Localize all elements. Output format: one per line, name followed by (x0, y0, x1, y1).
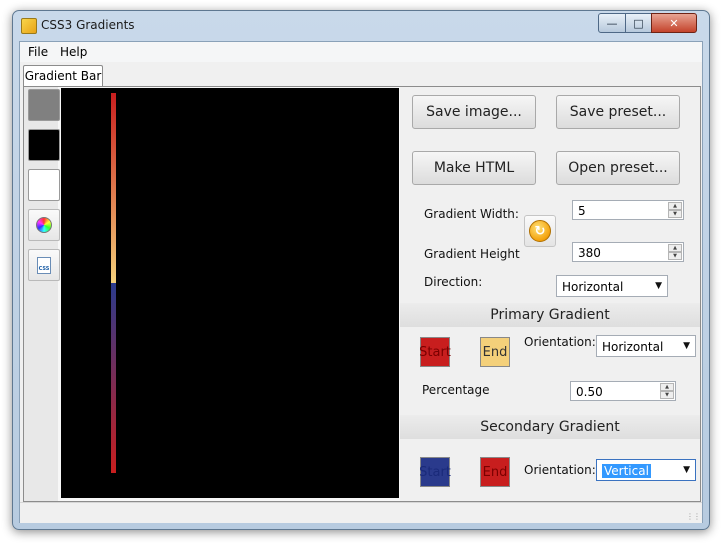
save-preset-button[interactable]: Save preset... (556, 95, 680, 129)
color-picker-button[interactable] (28, 209, 60, 241)
maximize-icon: □ (633, 16, 644, 30)
primary-orientation-label: Orientation: (524, 335, 596, 349)
direction-value: Horizontal (562, 280, 624, 294)
swatch-black[interactable] (28, 129, 60, 161)
gradient-height-label: Gradient Height (424, 247, 520, 261)
make-html-button[interactable]: Make HTML (412, 151, 536, 185)
status-bar: ⋮⋮ (20, 502, 702, 523)
tab-panel: CSS Save image... Save preset... Make HT… (23, 86, 701, 502)
swatch-white[interactable] (28, 169, 60, 201)
refresh-button[interactable]: ↻ (524, 215, 556, 247)
primary-orientation-select[interactable]: Horizontal ▼ (596, 335, 696, 357)
spin-up-icon[interactable]: ▲ (668, 244, 682, 252)
secondary-start-color-button[interactable]: Start (419, 457, 451, 487)
chevron-down-icon: ▼ (655, 281, 662, 291)
secondary-orientation-label: Orientation: (524, 463, 596, 477)
css-export-button[interactable]: CSS (28, 249, 60, 281)
app-window: CSS3 Gradients — □ ✕ File Help Gradient … (12, 10, 710, 530)
settings-panel: Save image... Save preset... Make HTML O… (400, 87, 700, 501)
menu-bar: File Help (20, 42, 702, 62)
gradient-width-label: Gradient Width: (424, 207, 519, 221)
menu-file[interactable]: File (28, 45, 48, 59)
client-area: File Help Gradient Bar CSS Save image...… (19, 41, 703, 523)
color-wheel-icon (36, 217, 52, 233)
gradient-preview (61, 88, 399, 498)
spin-down-icon[interactable]: ▼ (660, 391, 674, 399)
spin-down-icon[interactable]: ▼ (668, 210, 682, 218)
percentage-value: 0.50 (576, 385, 603, 399)
minimize-icon: — (606, 16, 618, 30)
gradient-width-value: 5 (578, 204, 586, 218)
chevron-down-icon: ▼ (683, 465, 690, 475)
gradient-bar (111, 93, 116, 473)
save-image-button[interactable]: Save image... (412, 95, 536, 129)
direction-select[interactable]: Horizontal ▼ (556, 275, 668, 297)
close-button[interactable]: ✕ (651, 13, 697, 33)
primary-orientation-value: Horizontal (602, 340, 664, 354)
tab-gradient-bar[interactable]: Gradient Bar (23, 65, 103, 86)
direction-label: Direction: (424, 275, 483, 289)
side-toolbar: CSS (24, 87, 60, 501)
secondary-gradient-header: Secondary Gradient (400, 415, 700, 439)
gradient-height-value: 380 (578, 246, 601, 260)
secondary-end-color-button[interactable]: End (480, 457, 510, 487)
close-icon: ✕ (669, 16, 679, 30)
minimize-button[interactable]: — (598, 13, 626, 33)
app-icon (21, 18, 37, 34)
refresh-icon: ↻ (529, 220, 551, 242)
gradient-width-spinner[interactable]: 5 ▲ ▼ (572, 200, 684, 220)
title-bar[interactable]: CSS3 Gradients — □ ✕ (13, 11, 709, 39)
maximize-button[interactable]: □ (625, 13, 652, 33)
open-preset-button[interactable]: Open preset... (556, 151, 680, 185)
primary-gradient-header: Primary Gradient (400, 303, 700, 327)
css-file-icon: CSS (37, 256, 51, 274)
spin-down-icon[interactable]: ▼ (668, 252, 682, 260)
tab-strip: Gradient Bar (20, 62, 702, 86)
chevron-down-icon: ▼ (683, 341, 690, 351)
percentage-spinner[interactable]: 0.50 ▲ ▼ (570, 381, 676, 401)
resize-grip-icon[interactable]: ⋮⋮ (686, 512, 701, 521)
primary-end-color-button[interactable]: End (480, 337, 510, 367)
secondary-orientation-value: Vertical (602, 464, 651, 478)
primary-start-color-button[interactable]: Start (419, 337, 451, 367)
spin-up-icon[interactable]: ▲ (660, 383, 674, 391)
window-title: CSS3 Gradients (41, 18, 135, 32)
swatch-gray[interactable] (28, 89, 60, 121)
secondary-orientation-select[interactable]: Vertical ▼ (596, 459, 696, 481)
menu-help[interactable]: Help (60, 45, 87, 59)
percentage-label: Percentage (422, 383, 490, 397)
gradient-height-spinner[interactable]: 380 ▲ ▼ (572, 242, 684, 262)
spin-up-icon[interactable]: ▲ (668, 202, 682, 210)
